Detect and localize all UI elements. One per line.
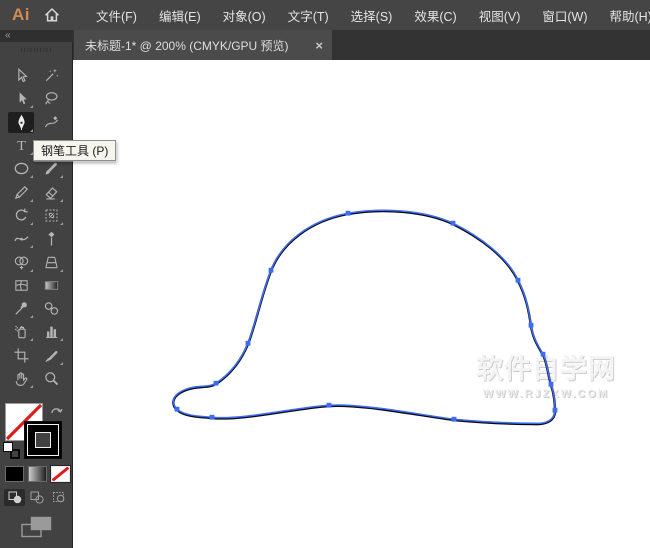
pen-tool-tooltip: 钢笔工具 (P): [33, 140, 116, 161]
screen-mode-icon: [19, 515, 54, 540]
menu-item[interactable]: 对象(O): [212, 6, 277, 25]
document-tabbar: 未标题-1* @ 200% (CMYK/GPU 预览) ×: [73, 30, 650, 60]
menu-item[interactable]: 视图(V): [468, 6, 532, 25]
anchor-point[interactable]: [210, 415, 215, 420]
illustrator-window: Ai 文件(F)编辑(E)对象(O)文字(T)选择(S)效果(C)视图(V)窗口…: [0, 0, 650, 548]
document-tab[interactable]: 未标题-1* @ 200% (CMYK/GPU 预览) ×: [74, 30, 332, 60]
app-logo: Ai: [12, 5, 30, 25]
menu-item[interactable]: 帮助(H): [599, 6, 650, 25]
anchor-point[interactable]: [553, 408, 558, 413]
menu-items: 文件(F)编辑(E)对象(O)文字(T)选择(S)效果(C)视图(V)窗口(W)…: [85, 0, 650, 30]
document-tab-title: 未标题-1* @ 200% (CMYK/GPU 预览): [85, 37, 309, 54]
gradient-button[interactable]: [28, 466, 47, 482]
anchor-point[interactable]: [541, 352, 546, 357]
helmet-path-selection[interactable]: [173, 210, 555, 423]
none-diagonal-icon: [52, 467, 69, 481]
home-icon[interactable]: [43, 6, 61, 24]
anchor-point[interactable]: [269, 268, 274, 273]
draw-mode-buttons: [0, 489, 73, 506]
stroke-color-swatch[interactable]: [24, 421, 62, 459]
anchor-point[interactable]: [175, 407, 180, 412]
anchor-point[interactable]: [246, 341, 251, 346]
menu-item[interactable]: 效果(C): [403, 6, 467, 25]
tools-rail: «: [0, 30, 73, 548]
swap-fill-stroke-icon[interactable]: [49, 404, 64, 422]
anchor-point[interactable]: [346, 211, 351, 216]
anchor-point[interactable]: [214, 381, 219, 386]
menu-item[interactable]: 文件(F): [85, 6, 148, 25]
draw-inside-button[interactable]: [48, 489, 69, 506]
collapse-chevrons-icon: «: [5, 30, 10, 41]
anchor-point[interactable]: [451, 221, 456, 226]
menu-item[interactable]: 选择(S): [340, 6, 404, 25]
anchor-point[interactable]: [327, 403, 332, 408]
tooltip-text: 钢笔工具 (P): [41, 142, 108, 159]
anchor-point[interactable]: [529, 323, 534, 328]
color-type-buttons: [0, 466, 73, 482]
default-fill-stroke-button[interactable]: [3, 442, 20, 459]
anchor-point[interactable]: [452, 417, 457, 422]
color-button[interactable]: [5, 466, 24, 482]
menu-item[interactable]: 编辑(E): [148, 6, 212, 25]
screen-mode-button[interactable]: [0, 515, 73, 540]
pen-path-artwork: [73, 60, 650, 548]
anchor-point[interactable]: [549, 382, 554, 387]
anchor-point[interactable]: [516, 278, 521, 283]
none-button[interactable]: [51, 466, 70, 482]
draw-behind-button[interactable]: [26, 489, 47, 506]
helmet-path-stroke[interactable]: [173, 211, 555, 424]
tab-close-icon[interactable]: ×: [315, 39, 323, 52]
menu-item[interactable]: 文字(T): [277, 6, 340, 25]
color-controls: [0, 42, 72, 548]
toolbar-panel: [0, 42, 73, 548]
artboard-canvas[interactable]: 软件自学网 WWW.RJZXW.COM: [73, 60, 650, 548]
anchor-points: [175, 211, 558, 422]
panel-collapse-button[interactable]: «: [0, 30, 73, 42]
menu-item[interactable]: 窗口(W): [531, 6, 598, 25]
draw-normal-button[interactable]: [4, 489, 25, 506]
menubar: Ai 文件(F)编辑(E)对象(O)文字(T)选择(S)效果(C)视图(V)窗口…: [0, 0, 650, 30]
